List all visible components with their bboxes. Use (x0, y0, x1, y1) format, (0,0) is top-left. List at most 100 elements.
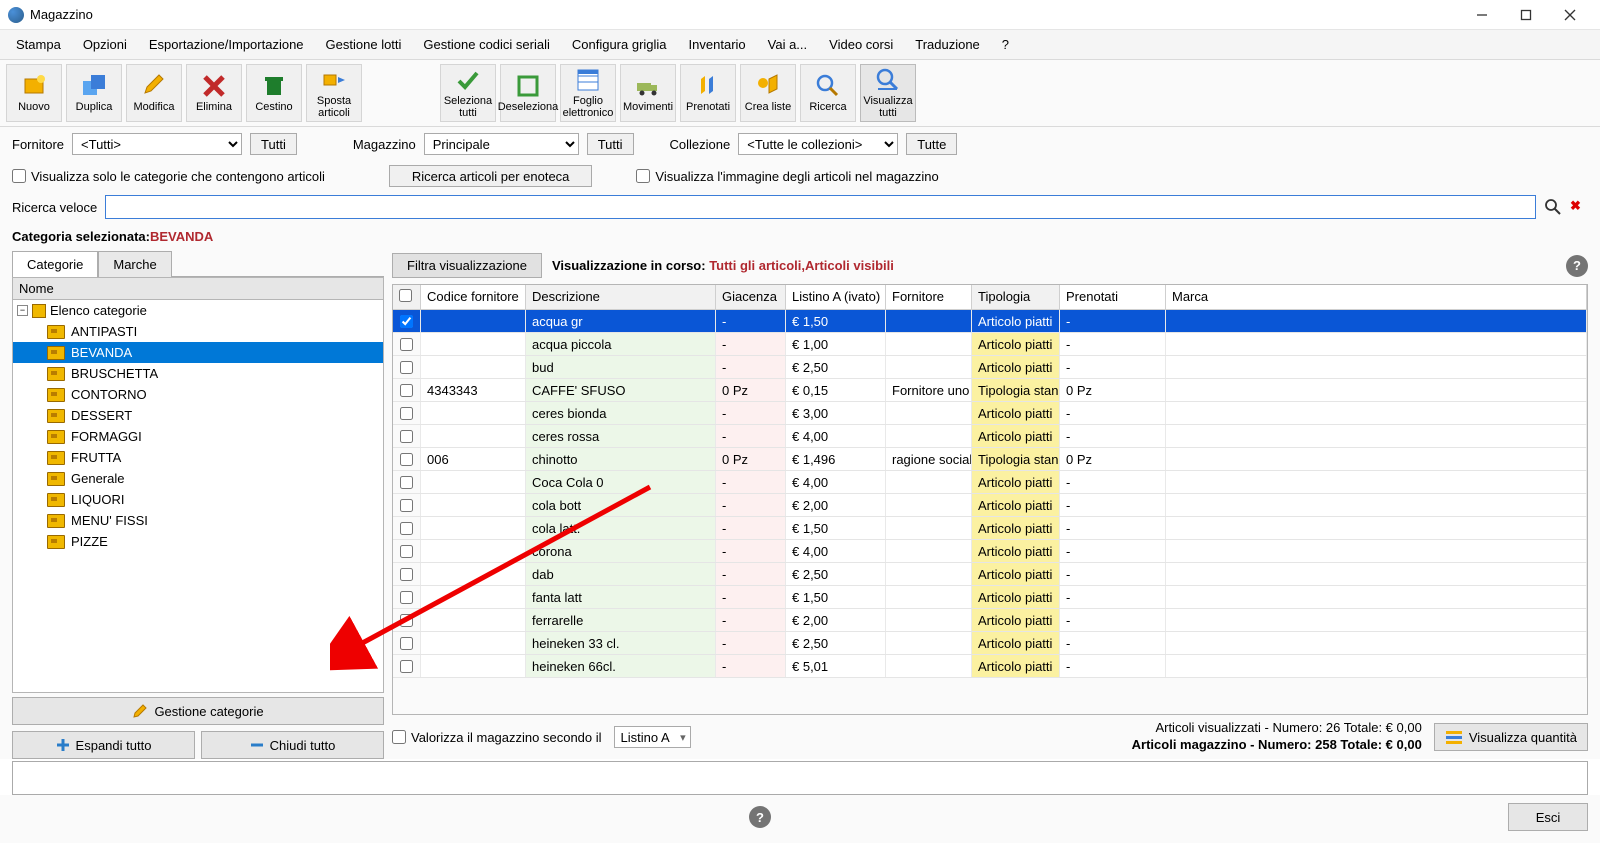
header-descrizione[interactable]: Descrizione (526, 285, 716, 309)
tool-ricerca[interactable]: Ricerca (800, 64, 856, 122)
tree-item[interactable]: LIQUORI (13, 489, 383, 510)
menu-stampa[interactable]: Stampa (6, 33, 71, 56)
ricerca-enoteca-button[interactable]: Ricerca articoli per enoteca (389, 165, 593, 187)
grid-body[interactable]: acqua gr-€ 1,50Articolo piatti-acqua pic… (393, 310, 1587, 714)
tree-root[interactable]: − Elenco categorie (13, 300, 383, 321)
table-row[interactable]: acqua piccola-€ 1,00Articolo piatti- (393, 333, 1587, 356)
menu-esportazione[interactable]: Esportazione/Importazione (139, 33, 314, 56)
header-listino[interactable]: Listino A (ivato) (786, 285, 886, 309)
tool-crea-liste[interactable]: Crea liste (740, 64, 796, 122)
tree-item[interactable]: FRUTTA (13, 447, 383, 468)
fornitore-tutti-button[interactable]: Tutti (250, 133, 297, 155)
tab-marche[interactable]: Marche (98, 251, 171, 277)
table-row[interactable]: acqua gr-€ 1,50Articolo piatti- (393, 310, 1587, 333)
header-marca[interactable]: Marca (1166, 285, 1587, 309)
magazzino-tutti-button[interactable]: Tutti (587, 133, 634, 155)
row-checkbox[interactable] (393, 425, 421, 447)
table-row[interactable]: ferrarelle-€ 2,00Articolo piatti- (393, 609, 1587, 632)
minimize-button[interactable] (1460, 0, 1504, 30)
magazzino-select[interactable]: Principale (424, 133, 579, 155)
tool-movimenti[interactable]: Movimenti (620, 64, 676, 122)
header-giacenza[interactable]: Giacenza (716, 285, 786, 309)
visualizza-quantita-button[interactable]: Visualizza quantità (1434, 723, 1588, 751)
tree-item[interactable]: BEVANDA (13, 342, 383, 363)
row-checkbox[interactable] (393, 563, 421, 585)
table-row[interactable]: cola bott-€ 2,00Articolo piatti- (393, 494, 1587, 517)
table-row[interactable]: heineken 33 cl.-€ 2,50Articolo piatti- (393, 632, 1587, 655)
visualizza-img-checkbox[interactable]: Visualizza l'immagine degli articoli nel… (636, 169, 938, 184)
tree-item[interactable]: MENU' FISSI (13, 510, 383, 531)
menu-inventario[interactable]: Inventario (679, 33, 756, 56)
menu-help[interactable]: ? (992, 33, 1019, 56)
collezione-tutte-button[interactable]: Tutte (906, 133, 957, 155)
tool-nuovo[interactable]: Nuovo (6, 64, 62, 122)
header-prenotati[interactable]: Prenotati (1060, 285, 1166, 309)
search-icon[interactable] (1544, 198, 1562, 216)
menu-configura-griglia[interactable]: Configura griglia (562, 33, 677, 56)
row-checkbox[interactable] (393, 609, 421, 631)
row-checkbox[interactable] (393, 586, 421, 608)
row-checkbox[interactable] (393, 402, 421, 424)
tree-item[interactable]: CONTORNO (13, 384, 383, 405)
menu-vai-a[interactable]: Vai a... (758, 33, 818, 56)
tool-sposta[interactable]: Sposta articoli (306, 64, 362, 122)
category-tree[interactable]: − Elenco categorie ANTIPASTIBEVANDABRUSC… (12, 300, 384, 693)
menu-opzioni[interactable]: Opzioni (73, 33, 137, 56)
table-row[interactable]: ceres bionda-€ 3,00Articolo piatti- (393, 402, 1587, 425)
clear-search-icon[interactable]: ✖ (1570, 198, 1588, 216)
header-checkbox[interactable] (393, 285, 421, 309)
tree-item[interactable]: FORMAGGI (13, 426, 383, 447)
espandi-tutto-button[interactable]: Espandi tutto (12, 731, 195, 759)
collapse-icon[interactable]: − (17, 305, 28, 316)
table-row[interactable]: bud-€ 2,50Articolo piatti- (393, 356, 1587, 379)
menu-video-corsi[interactable]: Video corsi (819, 33, 903, 56)
row-checkbox[interactable] (393, 494, 421, 516)
gestione-categorie-button[interactable]: Gestione categorie (12, 697, 384, 725)
tool-foglio[interactable]: Foglio elettronico (560, 64, 616, 122)
tool-cestino[interactable]: Cestino (246, 64, 302, 122)
tree-item[interactable]: DESSERT (13, 405, 383, 426)
table-row[interactable]: heineken 66cl.-€ 5,01Articolo piatti- (393, 655, 1587, 678)
table-row[interactable]: Coca Cola 0-€ 4,00Articolo piatti- (393, 471, 1587, 494)
header-tipologia[interactable]: Tipologia (972, 285, 1060, 309)
row-checkbox[interactable] (393, 379, 421, 401)
menu-gestione-codici[interactable]: Gestione codici seriali (413, 33, 559, 56)
table-row[interactable]: 4343343CAFFE' SFUSO0 Pz€ 0,15Fornitore u… (393, 379, 1587, 402)
visualizza-solo-checkbox[interactable]: Visualizza solo le categorie che conteng… (12, 169, 325, 184)
data-grid[interactable]: Codice fornitore Descrizione Giacenza Li… (392, 284, 1588, 715)
row-checkbox[interactable] (393, 540, 421, 562)
tool-deseleziona[interactable]: Deseleziona (500, 64, 556, 122)
quick-search-input[interactable] (105, 195, 1536, 219)
collezione-select[interactable]: <Tutte le collezioni> (738, 133, 898, 155)
menu-traduzione[interactable]: Traduzione (905, 33, 990, 56)
maximize-button[interactable] (1504, 0, 1548, 30)
fornitore-select[interactable]: <Tutti> (72, 133, 242, 155)
menu-gestione-lotti[interactable]: Gestione lotti (316, 33, 412, 56)
table-row[interactable]: ceres rossa-€ 4,00Articolo piatti- (393, 425, 1587, 448)
help-icon-bottom[interactable]: ? (749, 806, 771, 828)
listino-select[interactable]: Listino A (614, 726, 691, 748)
tool-duplica[interactable]: Duplica (66, 64, 122, 122)
row-checkbox[interactable] (393, 471, 421, 493)
valorizza-checkbox[interactable]: Valorizza il magazzino secondo il (392, 730, 602, 745)
tree-item[interactable]: ANTIPASTI (13, 321, 383, 342)
table-row[interactable]: corona-€ 4,00Articolo piatti- (393, 540, 1587, 563)
row-checkbox[interactable] (393, 356, 421, 378)
tree-item[interactable]: BRUSCHETTA (13, 363, 383, 384)
tab-categorie[interactable]: Categorie (12, 251, 98, 277)
header-codice[interactable]: Codice fornitore (421, 285, 526, 309)
row-checkbox[interactable] (393, 310, 421, 332)
tool-visualizza-tutti[interactable]: Visualizza tutti (860, 64, 916, 122)
table-row[interactable]: 006chinotto0 Pz€ 1,496ragione socialeTip… (393, 448, 1587, 471)
close-button[interactable] (1548, 0, 1592, 30)
help-icon[interactable]: ? (1566, 255, 1588, 277)
tool-modifica[interactable]: Modifica (126, 64, 182, 122)
tool-seleziona-tutti[interactable]: Seleziona tutti (440, 64, 496, 122)
table-row[interactable]: fanta latt-€ 1,50Articolo piatti- (393, 586, 1587, 609)
header-fornitore[interactable]: Fornitore (886, 285, 972, 309)
esci-button[interactable]: Esci (1508, 803, 1588, 831)
table-row[interactable]: cola latt.-€ 1,50Articolo piatti- (393, 517, 1587, 540)
tree-item[interactable]: PIZZE (13, 531, 383, 552)
row-checkbox[interactable] (393, 655, 421, 677)
tree-item[interactable]: Generale (13, 468, 383, 489)
